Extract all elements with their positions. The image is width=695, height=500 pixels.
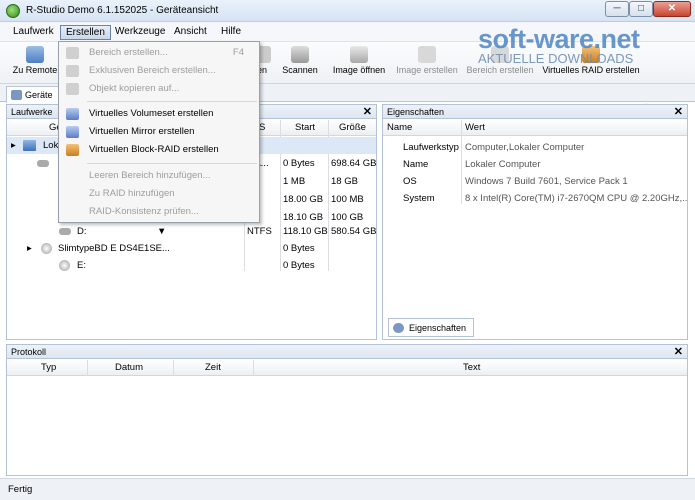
tab-device-view[interactable]: Geräte (6, 86, 66, 103)
col-size[interactable]: Größe (339, 122, 366, 133)
disk-icon (37, 160, 49, 167)
menu-ansicht[interactable]: Ansicht (169, 25, 212, 40)
status-bar: Fertig (0, 478, 695, 500)
col-start[interactable]: Start (295, 122, 315, 133)
computer-icon (23, 140, 36, 151)
col-prop-value[interactable]: Wert (465, 122, 485, 133)
maximize-button[interactable]: □ (629, 1, 653, 17)
disc-icon (59, 260, 70, 271)
app-logo-icon (6, 4, 20, 18)
table-row[interactable]: E: 0 Bytes (7, 257, 376, 274)
menu-item-virtual-block-raid[interactable]: Virtuellen Block-RAID erstellen (60, 141, 258, 159)
table-row[interactable]: Laufwerkstyp Computer,Lokaler Computer (383, 140, 687, 156)
copy-object-icon (66, 83, 79, 95)
region-icon (66, 47, 79, 59)
menu-erstellen[interactable]: Erstellen (60, 25, 111, 40)
window-title: R-Studio Demo 6.1.152025 - Geräteansicht (26, 5, 219, 16)
status-text: Fertig (8, 484, 33, 495)
drives-pane-title: Laufwerke (11, 107, 53, 117)
create-image-icon (418, 46, 436, 63)
volume-icon (59, 228, 71, 235)
properties-column-header: Name Wert (383, 120, 687, 136)
properties-pane-title: Eigenschaften (387, 107, 445, 117)
scan-button[interactable]: Scannen (280, 45, 320, 83)
properties-pane-header: Eigenschaften ✕ (382, 104, 688, 119)
table-row[interactable]: ▸ SlimtypeBD E DS4E1SE... 0 Bytes (7, 240, 376, 257)
open-image-icon (350, 46, 368, 63)
expand-dropdown-icon[interactable]: ▼ (157, 226, 166, 237)
drives-pane-close-icon[interactable]: ✕ (363, 105, 372, 118)
log-pane: Protokoll ✕ Typ Datum Zeit Text (6, 344, 688, 476)
menu-laufwerk[interactable]: Laufwerk (8, 25, 59, 40)
exclusive-region-icon (66, 65, 79, 77)
title-bar: R-Studio Demo 6.1.152025 - Geräteansicht… (0, 0, 695, 22)
scan-icon (291, 46, 309, 63)
table-row[interactable]: OS Windows 7 Build 7601, Service Pack 1 (383, 174, 687, 190)
volumeset-icon (66, 108, 79, 120)
log-pane-title: Protokoll (11, 347, 47, 357)
properties-pane-close-icon[interactable]: ✕ (674, 105, 683, 118)
open-image-button[interactable]: Image öffnen (330, 45, 388, 83)
watermark-tagline: AKTUELLE DOWNLOADS (478, 51, 634, 66)
close-window-button[interactable]: ✕ (653, 1, 691, 17)
menu-item-check-raid-consistency[interactable]: RAID-Konsistenz prüfen... (60, 203, 258, 221)
menu-item-add-to-raid[interactable]: Zu RAID hinzufügen (60, 185, 258, 203)
col-text[interactable]: Text (463, 362, 480, 373)
erstellen-dropdown-menu: Bereich erstellen... F4 Exklusiven Berei… (58, 41, 260, 223)
block-raid-icon (66, 144, 79, 156)
log-column-header: Typ Datum Zeit Text (7, 360, 687, 376)
log-pane-close-icon[interactable]: ✕ (674, 345, 683, 358)
tab-properties[interactable]: Eigenschaften (388, 318, 474, 337)
menu-item-virtual-mirror[interactable]: Virtuellen Mirror erstellen (60, 123, 258, 141)
table-row[interactable]: D: ▼ NTFS 118.10 GB 580.54 GB (7, 223, 376, 240)
menu-item-add-empty-region[interactable]: Leeren Bereich hinzufügen... (60, 167, 258, 185)
connect-remote-button[interactable]: Zu Remote (10, 45, 60, 83)
menu-item-create-region[interactable]: Bereich erstellen... F4 (60, 44, 258, 62)
mirror-icon (66, 126, 79, 138)
remote-computer-icon (26, 46, 44, 63)
menu-item-copy-object[interactable]: Objekt kopieren auf... (60, 80, 258, 98)
menu-item-create-exclusive-region[interactable]: Exklusiven Bereich erstellen... (60, 62, 258, 80)
col-type[interactable]: Typ (41, 362, 56, 373)
log-pane-header: Protokoll ✕ (6, 344, 688, 359)
device-view-icon (11, 90, 22, 100)
properties-icon (393, 323, 404, 333)
col-prop-name[interactable]: Name (387, 122, 412, 133)
create-image-button[interactable]: Image erstellen (395, 45, 459, 83)
menu-hilfe[interactable]: Hilfe (216, 25, 246, 40)
table-row[interactable]: System 8 x Intel(R) Core(TM) i7-2670QM C… (383, 191, 687, 207)
menu-item-virtual-volumeset[interactable]: Virtuelles Volumeset erstellen (60, 105, 258, 123)
table-row[interactable]: Name Lokaler Computer (383, 157, 687, 173)
minimize-button[interactable]: ─ (605, 1, 629, 17)
col-time[interactable]: Zeit (205, 362, 221, 373)
optical-drive-icon (41, 243, 52, 254)
properties-pane: Eigenschaften ✕ Name Wert Laufwerkstyp C… (382, 104, 688, 340)
menu-werkzeuge[interactable]: Werkzeuge (110, 25, 170, 40)
col-date[interactable]: Datum (115, 362, 143, 373)
